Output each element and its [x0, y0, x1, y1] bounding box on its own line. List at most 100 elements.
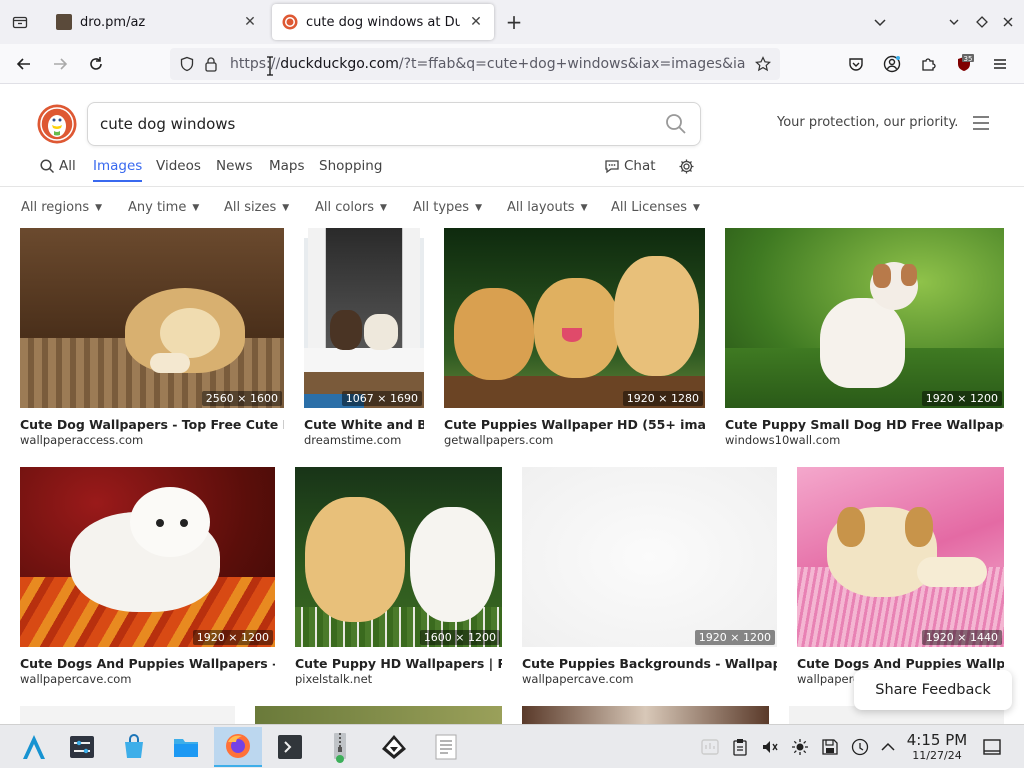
- image-result[interactable]: 2560 × 1600 Cute Dog Wallpapers - Top Fr…: [20, 228, 284, 448]
- search-icon[interactable]: [664, 112, 688, 136]
- image-result-partial[interactable]: [20, 706, 235, 724]
- filter-type[interactable]: All types ▼: [413, 200, 482, 215]
- result-title[interactable]: Cute Dogs And Puppies Wallpap...: [797, 656, 1004, 671]
- hamburger-menu-icon[interactable]: [972, 115, 990, 131]
- bookmark-star-icon[interactable]: [752, 53, 774, 75]
- image-result-partial[interactable]: [522, 706, 769, 724]
- result-source[interactable]: wallpapercave.com: [20, 672, 275, 686]
- filter-region[interactable]: All regions ▼: [21, 200, 102, 215]
- tab-images-label: Images: [93, 158, 143, 174]
- result-source[interactable]: wallpapercave.com: [522, 672, 777, 686]
- image-result[interactable]: 1920 × 1200 Cute Puppy Small Dog HD Free…: [725, 228, 1004, 448]
- maximize-icon[interactable]: [972, 12, 992, 32]
- settings-gear-icon[interactable]: [678, 158, 695, 175]
- text-editor-icon[interactable]: [426, 727, 466, 767]
- reload-icon[interactable]: [84, 52, 108, 76]
- extensions-puzzle-icon[interactable]: [916, 52, 940, 76]
- filter-license[interactable]: All Licenses ▼: [611, 200, 700, 215]
- image-dimensions: 1600 × 1200: [419, 630, 500, 645]
- search-box[interactable]: cute dog windows: [87, 102, 701, 146]
- update-notifier-icon[interactable]: [850, 737, 870, 757]
- minimize-icon[interactable]: [944, 12, 964, 32]
- image-dimensions: 1920 × 1200: [694, 630, 775, 645]
- chevron-down-icon[interactable]: [870, 12, 890, 32]
- result-source[interactable]: dreamstime.com: [304, 433, 424, 447]
- result-source[interactable]: pixelstalk.net: [295, 672, 502, 686]
- duckduckgo-favicon-icon: [282, 14, 298, 30]
- ublock-shield-icon[interactable]: 35: [952, 52, 976, 76]
- filter-label: All Licenses: [611, 200, 688, 215]
- result-source[interactable]: windows10wall.com: [725, 433, 1004, 447]
- result-title[interactable]: Cute Puppy HD Wallpapers | Pixel...: [295, 656, 502, 671]
- terminal-icon[interactable]: [270, 727, 310, 767]
- app-store-icon[interactable]: [114, 727, 154, 767]
- tab-news[interactable]: News: [216, 158, 252, 174]
- account-icon[interactable]: [880, 52, 904, 76]
- result-title[interactable]: Cute White and Bl...: [304, 417, 424, 432]
- app-launcher-icon[interactable]: [14, 727, 54, 767]
- tray-app-icon[interactable]: [700, 737, 720, 757]
- close-icon[interactable]: ✕: [468, 14, 484, 30]
- tab-videos[interactable]: Videos: [156, 158, 201, 174]
- navigation-toolbar: https://duckduckgo.com/?t=ffab&q=cute+do…: [0, 44, 1024, 84]
- url-path: /?t=ffab&q=cute+dog+windows&iax=images&i…: [398, 56, 745, 72]
- clipboard-icon[interactable]: [730, 737, 750, 757]
- image-result-partial[interactable]: [255, 706, 502, 724]
- tab-list-icon[interactable]: [8, 10, 32, 34]
- result-title[interactable]: Cute Dog Wallpapers - Top Free Cute Dog …: [20, 417, 284, 432]
- show-desktop-icon[interactable]: [982, 737, 1002, 757]
- filter-color[interactable]: All colors ▼: [315, 200, 387, 215]
- volume-muted-icon[interactable]: [760, 737, 780, 757]
- close-window-icon[interactable]: [998, 12, 1018, 32]
- image-result[interactable]: 1920 × 1280 Cute Puppies Wallpaper HD (5…: [444, 228, 705, 448]
- filter-size[interactable]: All sizes ▼: [224, 200, 289, 215]
- chat-button[interactable]: Chat: [604, 158, 656, 174]
- brightness-icon[interactable]: [790, 737, 810, 757]
- lock-icon[interactable]: [200, 53, 222, 75]
- pocket-icon[interactable]: [844, 52, 868, 76]
- protection-tagline[interactable]: Your protection, our priority.: [777, 115, 958, 130]
- file-manager-icon[interactable]: [166, 727, 206, 767]
- result-title[interactable]: Cute Dogs And Puppies Wallpapers - Wall.…: [20, 656, 275, 671]
- search-input[interactable]: cute dog windows: [100, 115, 664, 133]
- close-icon[interactable]: ✕: [242, 14, 258, 30]
- forward-arrow-icon[interactable]: [48, 52, 72, 76]
- image-result[interactable]: 1920 × 1440 Cute Dogs And Puppies Wallpa…: [797, 467, 1004, 689]
- result-source[interactable]: wallpaperaccess.com: [20, 433, 284, 447]
- hamburger-menu-icon[interactable]: [988, 52, 1012, 76]
- image-dimensions: 2560 × 1600: [201, 391, 282, 406]
- caret-down-icon: ▼: [282, 202, 290, 213]
- new-tab-plus-icon[interactable]: +: [502, 10, 526, 34]
- caret-down-icon: ▼: [192, 202, 200, 213]
- image-result[interactable]: 1920 × 1200 Cute Dogs And Puppies Wallpa…: [20, 467, 275, 689]
- tracking-shield-icon[interactable]: [176, 53, 198, 75]
- result-title[interactable]: Cute Puppy Small Dog HD Free Wallpaper -…: [725, 417, 1004, 432]
- tab-images[interactable]: Images: [93, 158, 143, 182]
- inkscape-icon[interactable]: [374, 727, 414, 767]
- tab-all[interactable]: All: [40, 158, 76, 174]
- result-source[interactable]: getwallpapers.com: [444, 433, 705, 447]
- system-clock[interactable]: 4:15 PM 11/27/24: [900, 731, 974, 762]
- back-arrow-icon[interactable]: [12, 52, 36, 76]
- filter-layout[interactable]: All layouts ▼: [507, 200, 588, 215]
- share-feedback-button[interactable]: Share Feedback: [854, 670, 1012, 710]
- image-result[interactable]: 1920 × 1200 Cute Puppies Backgrounds - W…: [522, 467, 777, 689]
- duckduckgo-logo-icon[interactable]: [37, 104, 77, 144]
- tab-maps[interactable]: Maps: [269, 158, 305, 174]
- system-settings-icon[interactable]: [62, 727, 102, 767]
- tab-shopping[interactable]: Shopping: [319, 158, 382, 174]
- tab-duckduckgo[interactable]: cute dog windows at Duck ✕: [272, 4, 494, 40]
- chevron-up-icon[interactable]: [878, 737, 898, 757]
- archive-manager-icon[interactable]: [320, 727, 360, 767]
- result-title[interactable]: Cute Puppies Backgrounds - Wallpaper C..…: [522, 656, 777, 671]
- result-title[interactable]: Cute Puppies Wallpaper HD (55+ images): [444, 417, 705, 432]
- taskbar: 4:15 PM 11/27/24: [0, 724, 1024, 768]
- save-disk-icon[interactable]: [820, 737, 840, 757]
- image-result[interactable]: 1600 × 1200 Cute Puppy HD Wallpapers | P…: [295, 467, 502, 689]
- image-result[interactable]: 1067 × 1690 Cute White and Bl... dreamst…: [304, 228, 424, 448]
- image-dimensions: 1920 × 1440: [921, 630, 1002, 645]
- tab-dro-pm[interactable]: dro.pm/az ✕: [46, 4, 268, 40]
- firefox-taskbar-icon[interactable]: [214, 727, 262, 767]
- url-bar[interactable]: https://duckduckgo.com/?t=ffab&q=cute+do…: [170, 48, 780, 80]
- filter-time[interactable]: Any time ▼: [128, 200, 199, 215]
